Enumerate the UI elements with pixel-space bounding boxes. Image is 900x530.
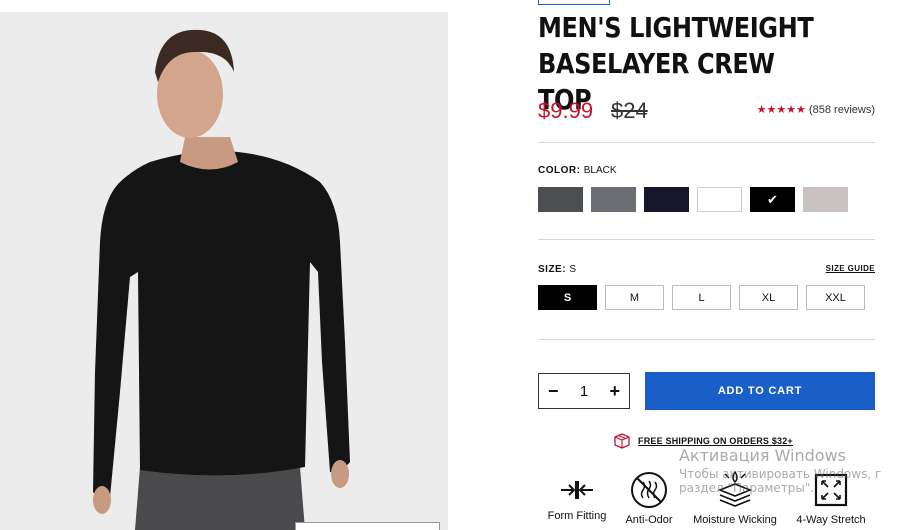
package-icon — [614, 433, 630, 449]
selected-color: BLACK — [583, 165, 617, 176]
size-option-m[interactable]: M — [605, 285, 664, 310]
size-option-l[interactable]: L — [672, 285, 731, 310]
star-rating-icon: ★★★★★ — [756, 104, 806, 116]
divider — [538, 239, 875, 240]
checkmark-icon: ✔ — [767, 191, 778, 207]
feature-label: Form Fitting — [547, 510, 607, 522]
original-price: $24 — [611, 98, 648, 123]
model-photo — [0, 12, 448, 530]
color-swatches: ✔ — [538, 187, 848, 212]
feature-anti-odor: Anti-Odor — [618, 470, 680, 526]
watermark-line-3: раздел "Параметры". — [679, 481, 815, 495]
color-swatch-light-gray[interactable] — [803, 187, 848, 212]
price-row: $9.99 $24 ★★★★★ (858 reviews) — [538, 98, 875, 128]
rating[interactable]: ★★★★★ (858 reviews) — [757, 103, 875, 116]
size-option-xxl[interactable]: XXL — [806, 285, 865, 310]
size-options: S M L XL XXL — [538, 285, 865, 310]
color-swatch-navy[interactable] — [644, 187, 689, 212]
color-swatch-charcoal[interactable] — [538, 187, 583, 212]
sale-price: $9.99 — [538, 98, 594, 123]
feature-label: Anti-Odor — [625, 514, 673, 526]
form-fitting-icon — [561, 481, 593, 499]
feature-label: Moisture Wicking — [693, 514, 777, 526]
title-line-1: MEN'S LIGHTWEIGHT — [538, 11, 814, 44]
selected-size: S — [569, 264, 577, 275]
increase-quantity-button[interactable]: + — [609, 381, 620, 402]
size-option-s[interactable]: S — [538, 285, 597, 310]
anti-odor-icon — [631, 472, 667, 508]
free-shipping-text[interactable]: FREE SHIPPING ON ORDERS $32+ — [638, 436, 793, 446]
color-swatch-black[interactable]: ✔ — [750, 187, 795, 212]
quantity-stepper: − 1 + — [538, 373, 630, 409]
color-swatch-gray[interactable] — [591, 187, 636, 212]
size-option-xl[interactable]: XL — [739, 285, 798, 310]
image-thumbnail-frame — [295, 522, 440, 530]
size-guide-link[interactable]: SIZE GUIDE — [826, 264, 875, 273]
size-label: SIZE: S — [538, 264, 577, 275]
watermark-line-1: Активация Windows — [679, 446, 846, 465]
add-to-cart-button[interactable]: ADD TO CART — [645, 372, 875, 410]
feature-label: 4-Way Stretch — [796, 514, 866, 526]
review-count[interactable]: (858 reviews) — [809, 104, 875, 116]
product-image[interactable] — [0, 12, 448, 530]
divider — [538, 142, 875, 143]
feature-form-fitting: Form Fitting — [542, 470, 612, 522]
color-swatch-white[interactable] — [697, 187, 742, 212]
top-tab-indicator — [538, 0, 610, 5]
windows-activation-watermark: Активация Windows Чтобы активировать Win… — [679, 446, 900, 495]
quantity-input[interactable]: 1 — [580, 383, 588, 400]
color-label: COLOR: BLACK — [538, 165, 617, 176]
divider — [538, 339, 875, 340]
decrease-quantity-button[interactable]: − — [548, 381, 559, 402]
watermark-line-2: Чтобы активировать Windows, г — [679, 467, 882, 481]
